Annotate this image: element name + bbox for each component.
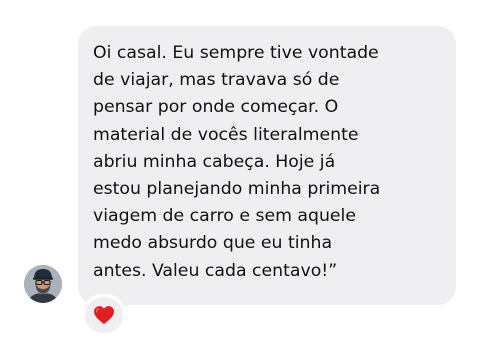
message-bubble[interactable]: Oi casal. Eu sempre tive vontade de viaj… <box>78 26 456 305</box>
sender-avatar[interactable] <box>24 265 62 303</box>
reaction-badge[interactable] <box>82 294 126 336</box>
message-text: Oi casal. Eu sempre tive vontade de viaj… <box>93 43 381 281</box>
chat-message-row: Oi casal. Eu sempre tive vontade de viaj… <box>0 0 479 343</box>
heart-icon <box>94 306 114 325</box>
avatar-image <box>24 265 62 303</box>
